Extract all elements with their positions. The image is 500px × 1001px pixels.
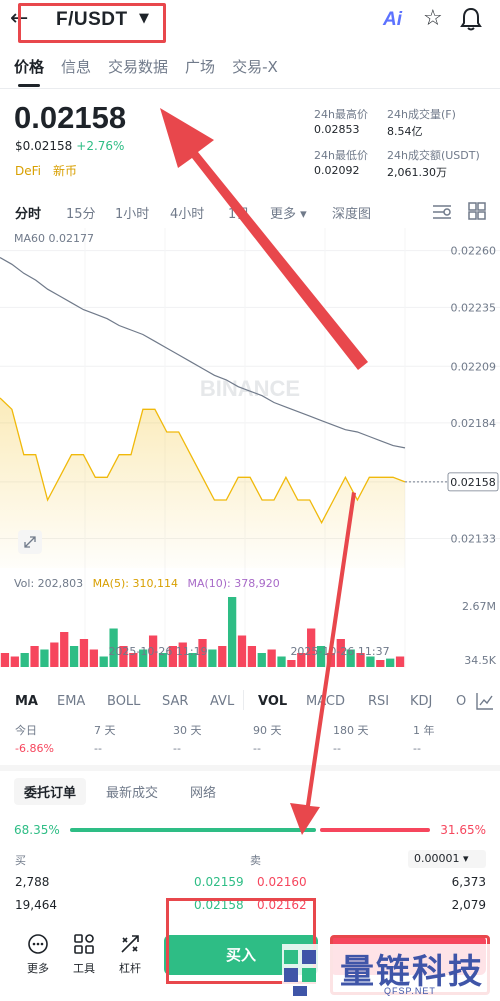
arrow-up-annotation [160, 108, 368, 370]
brand-watermark-sub: QFSP.NET [384, 986, 436, 996]
annotation-arrows [160, 108, 368, 835]
arrow-down-annotation [290, 492, 356, 835]
